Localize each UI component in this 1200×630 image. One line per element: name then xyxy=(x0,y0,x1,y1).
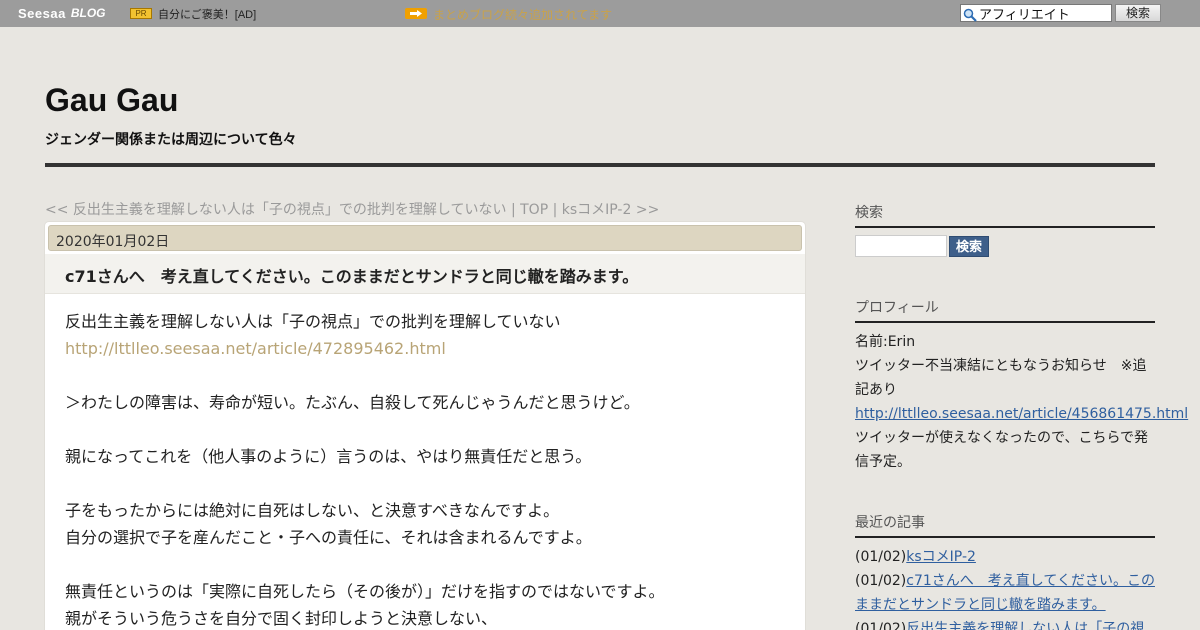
recent-date: (01/02) xyxy=(855,621,907,630)
logo-blog-text: BLOG xyxy=(70,6,106,20)
top-link[interactable]: TOP xyxy=(520,202,548,218)
sidebar-profile-heading: プロフィール xyxy=(855,297,1155,323)
article-title-bar: c71さんへ 考え直してください。このままだとサンドラと同じ轍を踏みます。 xyxy=(45,254,805,294)
body-line: 親になってこれを（他人事のように）言うのは、やはり無責任だと思う。 xyxy=(65,447,592,466)
article-link[interactable]: http://lttlleo.seesaa.net/article/472895… xyxy=(65,339,446,358)
logo-seesaa-text: Seesaa xyxy=(18,5,66,21)
recent-date: (01/02) xyxy=(855,573,907,589)
prev-article-link[interactable]: << 反出生主義を理解しない人は「子の視点」での批判を理解していない xyxy=(45,202,507,218)
top-bar: Seesaa BLOG PR 自分にご褒美！[AD] まとめブログ続々追加されて… xyxy=(0,0,1200,27)
list-item: (01/02)c71さんへ 考え直してください。このままだとサンドラと同じ轍を踏… xyxy=(855,569,1155,617)
body-line: 自分の選択で子を産んだこと・子への責任に、それは含まれるんですよ。 xyxy=(65,528,592,547)
profile-name: 名前:Erin xyxy=(855,334,916,350)
top-search-box[interactable] xyxy=(960,4,1112,22)
body-line xyxy=(65,470,785,497)
ad-link[interactable]: 自分にご褒美！[AD] xyxy=(158,6,256,22)
body-line: 無責任というのは「実際に自死したら（その後が）」だけを指すのではないですよ。 xyxy=(65,582,665,601)
body-line: http://lttlleo.seesaa.net/article/472895… xyxy=(65,335,785,362)
article-date: 2020年01月02日 xyxy=(56,234,170,250)
list-item: (01/02)ksコメIP-2 xyxy=(855,545,1155,569)
article-navigation: << 反出生主義を理解しない人は「子の視点」での批判を理解していない | TOP… xyxy=(45,199,659,219)
body-line: 反出生主義を理解しない人は「子の視点」での批判を理解していない xyxy=(65,312,561,331)
top-search-input[interactable] xyxy=(979,5,1109,21)
article-date-bar: 2020年01月02日 xyxy=(48,225,802,251)
seesaa-blog-logo[interactable]: Seesaa BLOG xyxy=(18,5,106,21)
body-line: 親がそういう危うさを自分で固く封印しようと決意しない、 xyxy=(65,609,498,628)
body-line xyxy=(65,551,785,578)
promo-link[interactable]: まとめブログ続々追加されてます xyxy=(433,6,612,23)
arrow-right-icon xyxy=(405,8,427,19)
body-line: ＞わたしの障害は、寿命が短い。たぶん、自殺して死んじゃうんだと思うけど。 xyxy=(65,393,640,412)
article-title[interactable]: c71さんへ 考え直してください。このままだとサンドラと同じ轍を踏みます。 xyxy=(65,263,638,287)
recent-date: (01/02) xyxy=(855,549,907,565)
body-line xyxy=(65,416,785,443)
blog-title[interactable]: Gau Gau xyxy=(45,82,178,119)
list-item: (01/02)反出生主義を理解しない人は「子の視 xyxy=(855,617,1155,630)
header-divider xyxy=(45,163,1155,167)
recent-article-link[interactable]: ksコメIP-2 xyxy=(906,549,976,565)
sidebar-profile: 名前:Erin ツイッター不当凍結にともなうお知らせ ※追記あり http://… xyxy=(855,330,1188,474)
recent-articles-list: (01/02)ksコメIP-2 (01/02)c71さんへ 考え直してください。… xyxy=(855,545,1155,630)
nav-separator: | xyxy=(548,202,562,218)
recent-article-link[interactable]: 反出生主義を理解しない人は「子の視 xyxy=(906,621,1144,630)
profile-note: ツイッターが使えなくなったので、こちらで発信予定。 xyxy=(855,430,1149,470)
article-body: 反出生主義を理解しない人は「子の視点」での批判を理解していない http://l… xyxy=(65,308,785,630)
nav-separator: | xyxy=(506,202,521,218)
body-line xyxy=(65,362,785,389)
sidebar-search-input[interactable] xyxy=(855,235,947,257)
search-icon xyxy=(963,7,977,26)
pr-badge: PR xyxy=(130,8,152,19)
top-search-button[interactable]: 検索 xyxy=(1115,4,1161,22)
sidebar-search-heading: 検索 xyxy=(855,202,1155,228)
profile-link[interactable]: http://lttlleo.seesaa.net/article/456861… xyxy=(855,406,1188,422)
blog-description: ジェンダー関係または周辺について色々 xyxy=(45,132,297,148)
sidebar-search-button[interactable]: 検索 xyxy=(949,236,989,257)
body-line: 子をもったからには絶対に自死はしない、と決意すべきなんですよ。 xyxy=(65,501,560,520)
profile-notice: ツイッター不当凍結にともなうお知らせ ※追記あり xyxy=(855,358,1147,398)
sidebar-recent-heading: 最近の記事 xyxy=(855,512,1155,538)
article: 2020年01月02日 c71さんへ 考え直してください。このままだとサンドラと… xyxy=(45,222,805,630)
next-article-link[interactable]: ksコメIP-2 >> xyxy=(562,202,660,218)
